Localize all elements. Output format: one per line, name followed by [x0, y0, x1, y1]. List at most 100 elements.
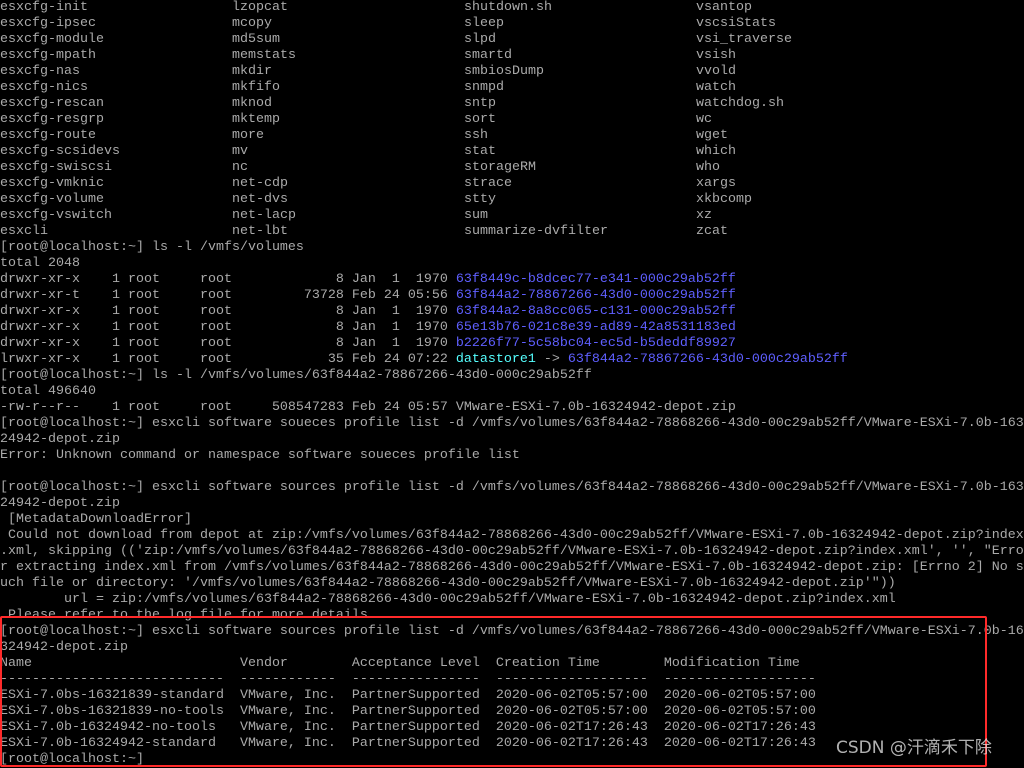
line-text: drwxr-xr-x 1 root root 8 Jan 1 1970 [0, 336, 456, 351]
terminal-line: r extracting index.xml from /vmfs/volume… [0, 560, 1024, 576]
line-text: total 496640 [0, 384, 96, 399]
terminal-line: ESXi-7.0b-16324942-no-tools VMware, Inc.… [0, 720, 1024, 736]
listing-entry: who [696, 160, 720, 175]
listing-entry: esxcfg-rescan [0, 96, 104, 111]
listing-entry: vsish [696, 48, 736, 63]
terminal-line: 24942-depot.zip [0, 432, 1024, 448]
listing-entry: vscsiStats [696, 16, 776, 31]
listing-entry: zcat [696, 224, 728, 239]
listing-entry: mktemp [232, 112, 280, 127]
listing-entry: xz [696, 208, 712, 223]
listing-column: shutdown.sh sleep slpd smartd smbiosDump snmp… [464, 0, 696, 240]
directory-name: 65e13b76-021c8e39-ad89-42a8531183ed [455, 320, 736, 335]
terminal-line: [MetadataDownloadError] [0, 512, 1024, 528]
terminal-line: Please refer to the log file for more de… [0, 608, 1024, 624]
listing-entry: sleep [464, 16, 504, 31]
terminal-line: .xml, skipping (('zip:/vmfs/volumes/63f8… [0, 544, 1024, 560]
terminal-line: Could not download from depot at zip:/vm… [0, 528, 1024, 544]
listing-entry: stty [464, 192, 496, 207]
listing-entry: esxcfg-nas [0, 64, 80, 79]
listing-entry: shutdown.sh [464, 0, 552, 15]
listing-entry: which [696, 144, 736, 159]
listing-entry: lzopcat [232, 0, 288, 15]
line-text: drwxr-xr-t 1 root root 73728 Feb 24 05:5… [0, 288, 456, 303]
directory-name: b2226f77-5c58bc04-ec5d-b5deddf89927 [455, 336, 736, 351]
terminal-line: -rw-r--r-- 1 root root 508547283 Feb 24 … [0, 400, 1024, 416]
listing-entry: vvold [696, 64, 736, 79]
line-text: [root@localhost:~] ls -l /vmfs/volumes [0, 240, 304, 255]
terminal-line: ESXi-7.0bs-16321839-no-tools VMware, Inc… [0, 704, 1024, 720]
terminal-line: drwxr-xr-t 1 root root 73728 Feb 24 05:5… [0, 288, 1024, 304]
terminal-line: [root@localhost:~] esxcli software souec… [0, 416, 1024, 432]
terminal-line: total 2048 [0, 256, 1024, 272]
listing-entry: esxcfg-init [0, 0, 88, 15]
symlink-name: datastore1 [455, 352, 536, 367]
directory-name: 63f8449c-b8dcec77-e341-000c29ab52ff [455, 272, 736, 287]
listing-entry: mkdir [232, 64, 272, 79]
terminal-line: [root@localhost:~] esxcli software sourc… [0, 480, 1024, 496]
terminal-line: Error: Unknown command or namespace soft… [0, 448, 1024, 464]
line-text: [MetadataDownloadError] [0, 512, 192, 527]
listing-entry: net-lacp [232, 208, 296, 223]
line-text: 324942-depot.zip [0, 640, 128, 655]
terminal-line: 324942-depot.zip [0, 640, 1024, 656]
listing-entry: sort [464, 112, 496, 127]
line-text: Name Vendor Acceptance Level Creation Ti… [0, 656, 800, 671]
listing-entry: net-cdp [232, 176, 288, 191]
terminal-line: drwxr-xr-x 1 root root 8 Jan 1 1970 63f8… [0, 304, 1024, 320]
terminal-output: [root@localhost:~] ls -l /vmfs/volumes to… [0, 240, 1024, 768]
directory-name: 63f844a2-78867266-43d0-000c29ab52ff [567, 352, 848, 367]
line-text: .xml, skipping (('zip:/vmfs/volumes/63f8… [0, 544, 1024, 559]
directory-name: 63f844a2-78867266-43d0-000c29ab52ff [455, 288, 736, 303]
listing-entry: md5sum [232, 32, 280, 47]
line-text: ---------------------------- -----------… [0, 672, 816, 687]
watermark: CSDN @汗滴禾下除 [836, 738, 992, 758]
listing-entry: strace [464, 176, 512, 191]
listing-entry: smbiosDump [464, 64, 544, 79]
listing-entry: esxcfg-scsidevs [0, 144, 120, 159]
listing-column: lzopcat mcopy md5sum memstats mkdir mkfifo mkn… [232, 0, 464, 240]
listing-entry: wc [696, 112, 712, 127]
line-text: ESXi-7.0bs-16321839-standard VMware, Inc… [0, 688, 816, 703]
listing-entry: mv [232, 144, 248, 159]
listing-entry: esxcfg-nics [0, 80, 88, 95]
line-text: 24942-depot.zip [0, 432, 120, 447]
terminal-screen[interactable]: esxcfg-init esxcfg-ipsec esxcfg-module esxc… [0, 0, 1024, 768]
terminal-line: ESXi-7.0bs-16321839-standard VMware, Inc… [0, 688, 1024, 704]
listing-column: esxcfg-init esxcfg-ipsec esxcfg-module esxc… [0, 0, 232, 240]
listing-entry: nc [232, 160, 248, 175]
listing-entry: sum [464, 208, 488, 223]
listing-entry: mknod [232, 96, 272, 111]
listing-entry: slpd [464, 32, 496, 47]
terminal-line: [root@localhost:~] ls -l /vmfs/volumes [0, 240, 1024, 256]
terminal-line: url = zip:/vmfs/volumes/63f844a2-7886826… [0, 592, 1024, 608]
line-text: drwxr-xr-x 1 root root 8 Jan 1 1970 [0, 320, 456, 335]
terminal-line: drwxr-xr-x 1 root root 8 Jan 1 1970 65e1… [0, 320, 1024, 336]
line-text: -rw-r--r-- 1 root root 508547283 Feb 24 … [0, 400, 736, 415]
listing-entry: net-dvs [232, 192, 288, 207]
listing-entry: memstats [232, 48, 296, 63]
terminal-line: [root@localhost:~] ls -l /vmfs/volumes/6… [0, 368, 1024, 384]
line-text: Error: Unknown command or namespace soft… [0, 448, 520, 463]
line-text: [root@localhost:~] esxcli software sourc… [0, 624, 1024, 639]
listing-entry: storageRM [464, 160, 536, 175]
terminal-line: Name Vendor Acceptance Level Creation Ti… [0, 656, 1024, 672]
listing-entry: smartd [464, 48, 512, 63]
terminal-line: drwxr-xr-x 1 root root 8 Jan 1 1970 63f8… [0, 272, 1024, 288]
listing-entry: esxcfg-mpath [0, 48, 96, 63]
listing-entry: snmpd [464, 80, 504, 95]
listing-entry: esxcfg-route [0, 128, 96, 143]
terminal-line: [root@localhost:~] esxcli software sourc… [0, 624, 1024, 640]
line-text: 24942-depot.zip [0, 496, 120, 511]
terminal-line: drwxr-xr-x 1 root root 8 Jan 1 1970 b222… [0, 336, 1024, 352]
listing-entry: esxcfg-vmknic [0, 176, 104, 191]
listing-column: vsantop vscsiStats vsi_traverse vsish vvold w… [696, 0, 928, 240]
listing-entry: esxcli [0, 224, 48, 239]
listing-entry: vsantop [696, 0, 752, 15]
terminal-line: lrwxr-xr-x 1 root root 35 Feb 24 07:22 d… [0, 352, 1024, 368]
listing-entry: xargs [696, 176, 736, 191]
line-text: lrwxr-xr-x 1 root root 35 Feb 24 07:22 [0, 352, 456, 367]
line-text: r extracting index.xml from /vmfs/volume… [0, 560, 1024, 575]
listing-entry: sntp [464, 96, 496, 111]
line-text: url = zip:/vmfs/volumes/63f844a2-7886826… [0, 592, 896, 607]
